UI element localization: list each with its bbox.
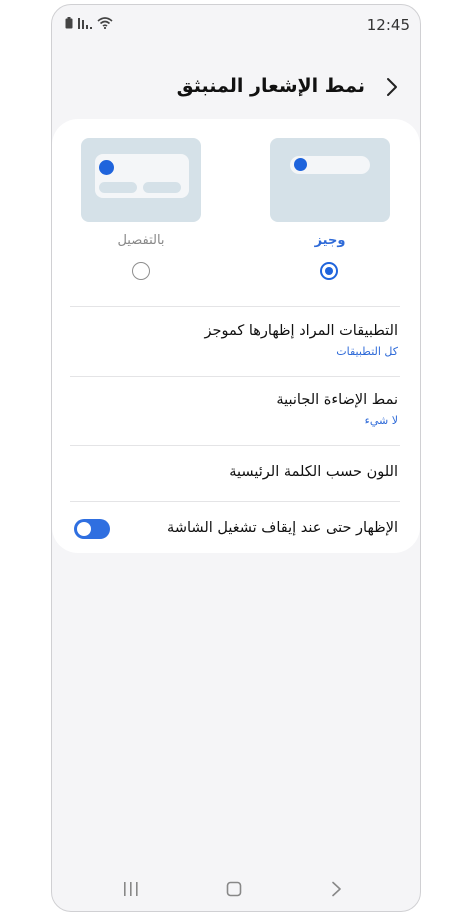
brief-radio[interactable]	[320, 262, 338, 280]
detailed-radio[interactable]	[132, 262, 150, 280]
wifi-icon	[97, 17, 113, 29]
signal-icon	[78, 18, 92, 29]
brief-preview-dot	[294, 158, 307, 171]
show-screen-off-title: الإظهار حتى عند إيقاف تشغيل الشاشة	[167, 520, 398, 536]
detailed-preview-line-2	[143, 182, 181, 193]
status-icons	[65, 17, 113, 29]
status-bar: 12:45	[52, 5, 420, 45]
status-time: 12:45	[366, 16, 410, 34]
apps-as-brief-title: التطبيقات المراد إظهارها كموجز	[204, 323, 399, 339]
show-screen-off-row[interactable]: الإظهار حتى عند إيقاف تشغيل الشاشة	[70, 520, 398, 536]
page-header: نمط الإشعار المنبثق	[52, 67, 420, 111]
phone-screen: 12:45 نمط الإشعار المنبثق وجيز بالتفصيل …	[51, 4, 421, 912]
edge-lighting-row[interactable]: نمط الإضاءة الجانبية لا شيء	[70, 392, 398, 427]
recent-apps-icon[interactable]	[123, 881, 139, 897]
detailed-preview-dot	[99, 160, 114, 175]
home-icon[interactable]	[226, 881, 242, 897]
divider	[70, 376, 400, 377]
back-nav-icon[interactable]	[331, 881, 343, 897]
detailed-style-preview[interactable]	[81, 138, 201, 222]
toggle-knob	[77, 522, 91, 536]
edge-lighting-title: نمط الإضاءة الجانبية	[276, 392, 398, 408]
brief-style-preview[interactable]	[270, 138, 390, 222]
show-screen-off-toggle[interactable]	[74, 519, 110, 539]
page-title: نمط الإشعار المنبثق	[176, 75, 365, 97]
divider	[70, 306, 400, 307]
edge-lighting-value: لا شيء	[364, 414, 398, 427]
brief-option-label: وجيز	[314, 233, 346, 248]
detailed-option-label: بالتفصيل	[117, 233, 165, 248]
back-chevron-icon[interactable]	[386, 77, 398, 97]
keyword-color-row[interactable]: اللون حسب الكلمة الرئيسية	[70, 464, 398, 480]
keyword-color-title: اللون حسب الكلمة الرئيسية	[229, 464, 398, 480]
divider	[70, 501, 400, 502]
apps-as-brief-row[interactable]: التطبيقات المراد إظهارها كموجز كل التطبي…	[70, 323, 399, 358]
navigation-bar	[52, 875, 420, 905]
battery-icon	[65, 17, 73, 29]
detailed-preview-line-1	[99, 182, 137, 193]
divider	[70, 445, 400, 446]
settings-card: وجيز بالتفصيل التطبيقات المراد إظهارها ك…	[52, 119, 420, 553]
apps-as-brief-value: كل التطبيقات	[336, 345, 398, 358]
